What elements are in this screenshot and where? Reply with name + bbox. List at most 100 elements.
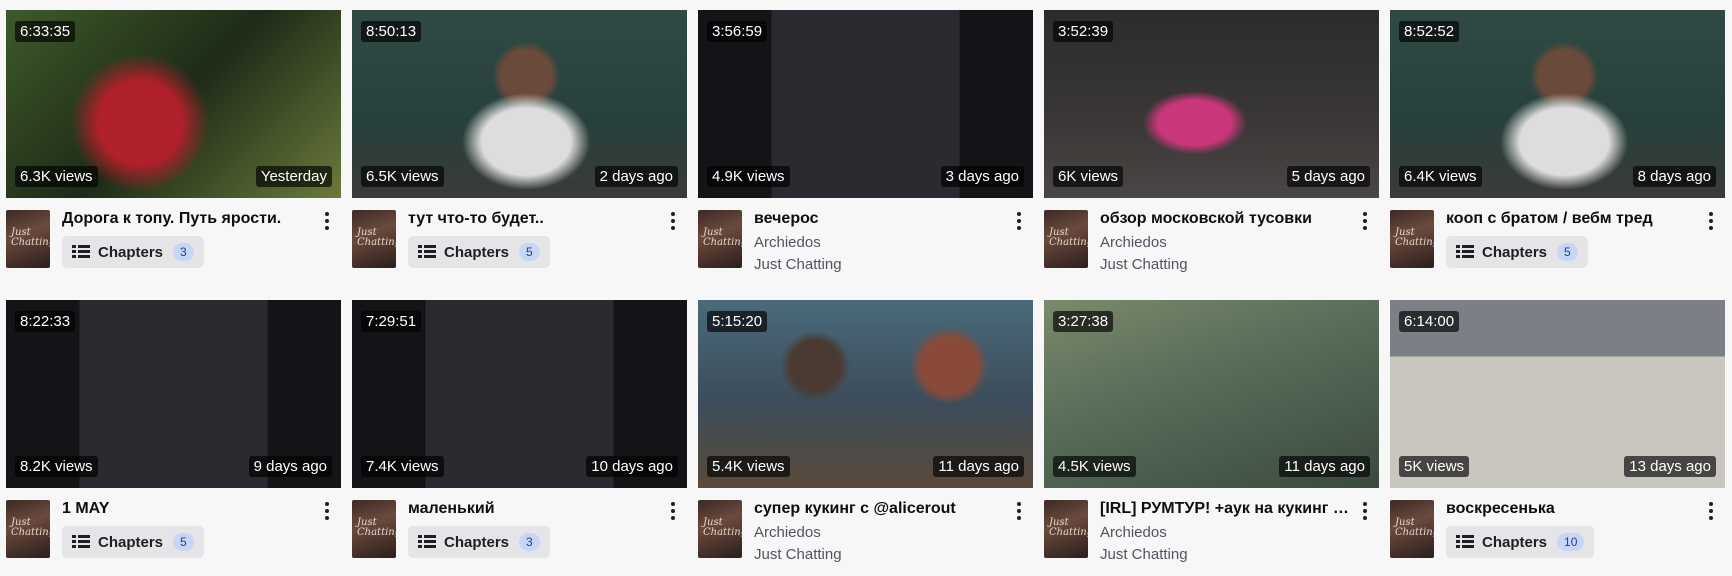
more-options-icon[interactable]: [1011, 212, 1027, 230]
video-title[interactable]: маленький: [408, 500, 658, 518]
category-name[interactable]: Just Chatting: [1100, 256, 1188, 273]
avatar[interactable]: Just Chatting: [1044, 210, 1088, 268]
category-name[interactable]: Just Chatting: [1100, 546, 1188, 563]
avatar[interactable]: Just Chatting: [1390, 210, 1434, 268]
chapters-button[interactable]: Chapters 5: [1446, 236, 1588, 268]
category-name[interactable]: Just Chatting: [754, 256, 842, 273]
more-options-icon[interactable]: [1357, 502, 1373, 520]
avatar[interactable]: Just Chatting: [1390, 500, 1434, 558]
chapters-button[interactable]: Chapters 10: [1446, 526, 1595, 558]
avatar[interactable]: Just Chatting: [6, 500, 50, 558]
avatar[interactable]: Just Chatting: [352, 500, 396, 558]
video-thumbnail[interactable]: 6:14:00 5K views 13 days ago: [1390, 300, 1725, 488]
date-badge: 8 days ago: [1632, 166, 1716, 187]
more-options-icon[interactable]: [1703, 502, 1719, 520]
avatar[interactable]: Just Chatting: [698, 500, 742, 558]
date-badge: 9 days ago: [248, 456, 332, 477]
video-thumbnail[interactable]: 3:56:59 4.9K views 3 days ago: [698, 10, 1033, 198]
chapters-count-badge: 5: [1557, 243, 1578, 261]
chapters-label: Chapters: [98, 533, 164, 551]
channel-name[interactable]: Archiedos: [754, 524, 821, 541]
video-meta: Just Chatting маленький Chapters 3: [352, 488, 687, 567]
views-badge: 5K views: [1399, 456, 1470, 477]
video-title[interactable]: супер кукинг с @alicerout: [754, 500, 1004, 518]
avatar[interactable]: Just Chatting: [698, 210, 742, 268]
duration-badge: 3:52:39: [1053, 21, 1114, 42]
video-card[interactable]: 3:52:39 6K views 5 days ago Just Chattin…: [1044, 10, 1379, 277]
video-thumbnail[interactable]: 8:52:52 6.4K views 8 days ago: [1390, 10, 1725, 198]
list-icon: [72, 244, 90, 260]
duration-badge: 5:15:20: [707, 311, 768, 332]
more-options-icon[interactable]: [319, 502, 335, 520]
channel-name[interactable]: Archiedos: [1100, 524, 1167, 541]
views-badge: 6.4K views: [1399, 166, 1482, 187]
video-thumbnail[interactable]: 8:22:33 8.2K views 9 days ago: [6, 300, 341, 488]
video-title[interactable]: кооп с братом / вебм тред: [1446, 210, 1696, 228]
video-meta: Just Chatting Дорога к топу. Путь ярости…: [6, 198, 341, 277]
video-meta: Just Chatting воскресенька Chapters 10: [1390, 488, 1725, 567]
date-badge: 5 days ago: [1286, 166, 1370, 187]
video-card[interactable]: 3:56:59 4.9K views 3 days ago Just Chatt…: [698, 10, 1033, 277]
more-options-icon[interactable]: [665, 212, 681, 230]
avatar[interactable]: Just Chatting: [6, 210, 50, 268]
video-title[interactable]: вечерос: [754, 210, 1004, 228]
avatar-text: Just Chatting: [1049, 227, 1088, 248]
video-grid: 6:33:35 6.3K views Yesterday Just Chatti…: [6, 10, 1725, 567]
chapters-button[interactable]: Chapters 5: [408, 236, 550, 268]
chapters-count-badge: 10: [1557, 533, 1585, 551]
list-icon: [418, 534, 436, 550]
duration-badge: 8:52:52: [1399, 21, 1460, 42]
video-title[interactable]: 1 MAY: [62, 500, 312, 518]
chapters-button[interactable]: Chapters 5: [62, 526, 204, 558]
avatar[interactable]: Just Chatting: [352, 210, 396, 268]
channel-name[interactable]: Archiedos: [1100, 234, 1167, 251]
video-thumbnail[interactable]: 6:33:35 6.3K views Yesterday: [6, 10, 341, 198]
video-thumbnail[interactable]: 7:29:51 7.4K views 10 days ago: [352, 300, 687, 488]
views-badge: 4.9K views: [707, 166, 790, 187]
date-badge: 3 days ago: [940, 166, 1024, 187]
avatar-text: Just Chatting: [1395, 227, 1434, 248]
category-name[interactable]: Just Chatting: [754, 546, 842, 563]
video-thumbnail[interactable]: 3:52:39 6K views 5 days ago: [1044, 10, 1379, 198]
duration-badge: 7:29:51: [361, 311, 422, 332]
video-meta: Just Chatting обзор московской тусовки A…: [1044, 198, 1379, 277]
video-title[interactable]: тут что-то будет..: [408, 210, 658, 228]
more-options-icon[interactable]: [1011, 502, 1027, 520]
video-title[interactable]: воскресенька: [1446, 500, 1696, 518]
video-thumbnail[interactable]: 3:27:38 4.5K views 11 days ago: [1044, 300, 1379, 488]
date-badge: 13 days ago: [1624, 456, 1716, 477]
video-card[interactable]: 8:22:33 8.2K views 9 days ago Just Chatt…: [6, 300, 341, 567]
duration-badge: 6:14:00: [1399, 311, 1460, 332]
chapters-button[interactable]: Chapters 3: [62, 236, 204, 268]
video-meta: Just Chatting 1 MAY Chapters 5: [6, 488, 341, 567]
more-options-icon[interactable]: [1703, 212, 1719, 230]
views-badge: 7.4K views: [361, 456, 444, 477]
more-options-icon[interactable]: [1357, 212, 1373, 230]
video-card[interactable]: 8:52:52 6.4K views 8 days ago Just Chatt…: [1390, 10, 1725, 277]
avatar-text: Just Chatting: [11, 227, 50, 248]
video-card[interactable]: 6:33:35 6.3K views Yesterday Just Chatti…: [6, 10, 341, 277]
video-card[interactable]: 6:14:00 5K views 13 days ago Just Chatti…: [1390, 300, 1725, 567]
more-options-icon[interactable]: [665, 502, 681, 520]
chapters-count-badge: 5: [173, 533, 194, 551]
duration-badge: 8:22:33: [15, 311, 76, 332]
chapters-count-badge: 5: [519, 243, 540, 261]
video-card[interactable]: 5:15:20 5.4K views 11 days ago Just Chat…: [698, 300, 1033, 567]
video-title[interactable]: Дорога к топу. Путь ярости.: [62, 210, 312, 228]
video-title[interactable]: [IRL] РУМТУР! +аук на кукинг f...: [1100, 500, 1350, 518]
video-thumbnail[interactable]: 5:15:20 5.4K views 11 days ago: [698, 300, 1033, 488]
video-card[interactable]: 3:27:38 4.5K views 11 days ago Just Chat…: [1044, 300, 1379, 567]
chapters-count-badge: 3: [519, 533, 540, 551]
video-thumbnail[interactable]: 8:50:13 6.5K views 2 days ago: [352, 10, 687, 198]
video-card[interactable]: 7:29:51 7.4K views 10 days ago Just Chat…: [352, 300, 687, 567]
video-title[interactable]: обзор московской тусовки: [1100, 210, 1350, 228]
channel-name[interactable]: Archiedos: [754, 234, 821, 251]
list-icon: [418, 244, 436, 260]
avatar[interactable]: Just Chatting: [1044, 500, 1088, 558]
more-options-icon[interactable]: [319, 212, 335, 230]
avatar-text: Just Chatting: [703, 227, 742, 248]
chapters-button[interactable]: Chapters 3: [408, 526, 550, 558]
video-meta: Just Chatting кооп с братом / вебм тред …: [1390, 198, 1725, 277]
video-card[interactable]: 8:50:13 6.5K views 2 days ago Just Chatt…: [352, 10, 687, 277]
chapters-label: Chapters: [1482, 533, 1548, 551]
